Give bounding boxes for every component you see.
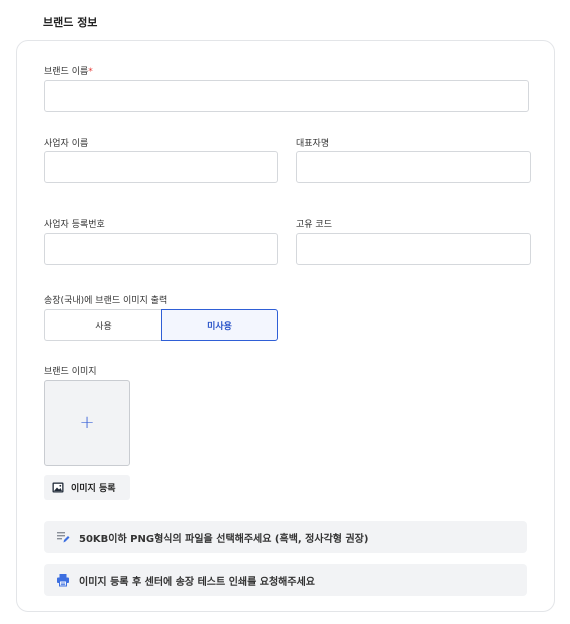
- document-edit-icon: [56, 530, 70, 544]
- required-mark: *: [88, 67, 93, 77]
- print-option-not-use[interactable]: 미사용: [161, 309, 278, 341]
- print-option-use[interactable]: 사용: [44, 309, 162, 341]
- image-icon: [52, 482, 64, 493]
- notice-file-format: 50KB이하 PNG형식의 파일을 선택해주세요 (흑백, 정사각형 권장): [44, 521, 527, 553]
- business-name-label: 사업자 이름: [44, 139, 89, 149]
- plus-icon: +: [79, 412, 95, 433]
- brand-image-label: 브랜드 이미지: [44, 367, 97, 377]
- business-reg-no-label: 사업자 등록번호: [44, 220, 105, 230]
- representative-input[interactable]: [296, 151, 531, 183]
- register-image-label: 이미지 등록: [71, 484, 116, 494]
- section-title: 브랜드 정보: [43, 16, 98, 29]
- print-option-label: 송장(국내)에 브랜드 이미지 출력: [44, 296, 168, 306]
- brand-name-label-text: 브랜드 이름: [44, 67, 89, 77]
- business-reg-no-input[interactable]: [44, 233, 278, 265]
- representative-label: 대표자명: [296, 139, 330, 149]
- notice-test-print: 이미지 등록 후 센터에 송장 테스트 인쇄를 요청해주세요: [44, 564, 527, 596]
- image-upload-box[interactable]: +: [44, 380, 130, 466]
- unique-code-label: 고유 코드: [296, 220, 332, 230]
- brand-name-input[interactable]: [44, 80, 529, 112]
- unique-code-input[interactable]: [296, 233, 531, 265]
- business-name-input[interactable]: [44, 151, 278, 183]
- notice-test-print-text: 이미지 등록 후 센터에 송장 테스트 인쇄를 요청해주세요: [79, 576, 315, 588]
- brand-name-label: 브랜드 이름*: [44, 64, 93, 77]
- notice-file-format-text: 50KB이하 PNG형식의 파일을 선택해주세요 (흑백, 정사각형 권장): [79, 533, 369, 545]
- register-image-button[interactable]: 이미지 등록: [44, 475, 130, 500]
- printer-icon: [56, 573, 70, 587]
